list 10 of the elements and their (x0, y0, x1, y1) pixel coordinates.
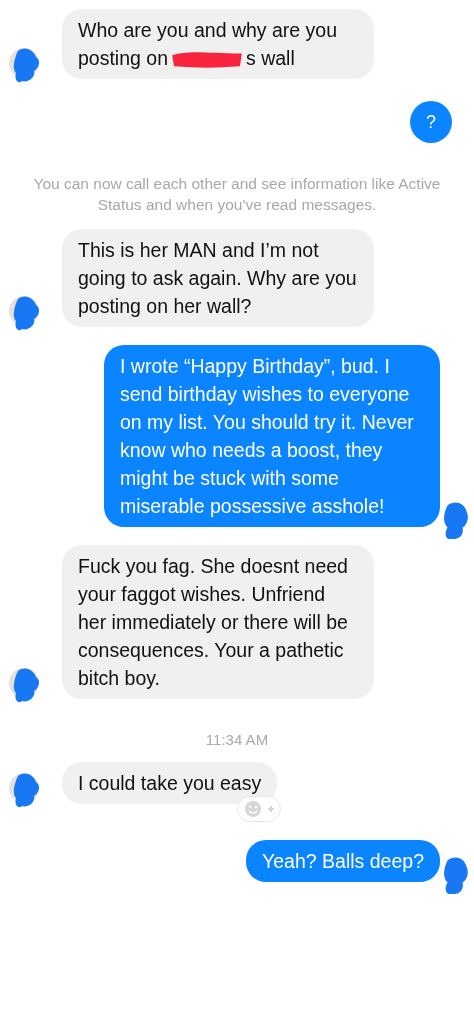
message-bubble: Fuck you fag. She doesnt need your faggot wishes. Unfriend her immediately or there will be consequences. Your a pathetic bitch boy. (62, 545, 374, 699)
add-reaction-icon[interactable] (237, 796, 282, 822)
notice-text: You can now call each other and see information like Active Status and when you've read messages. (32, 174, 442, 215)
message-bubble: Yeah? Balls deep? (246, 840, 440, 882)
message-bubble: ? (410, 101, 452, 143)
message-bubble: I could take you easy (62, 762, 278, 804)
timestamp: 11:34 AM (204, 731, 270, 748)
message-bubble: I wrote “Happy Birthday”, bud. I send birthday wishes to everyone on my list. You should try it. Never know who needs a boost, they might be stuck with some miserable possessive asshole! (104, 345, 440, 527)
message-bubble: Who are you and why are you posting on s wall (62, 9, 374, 79)
message-bubble: This is her MAN and I’m not going to ask again. Why are you posting on her wall? (62, 229, 374, 327)
